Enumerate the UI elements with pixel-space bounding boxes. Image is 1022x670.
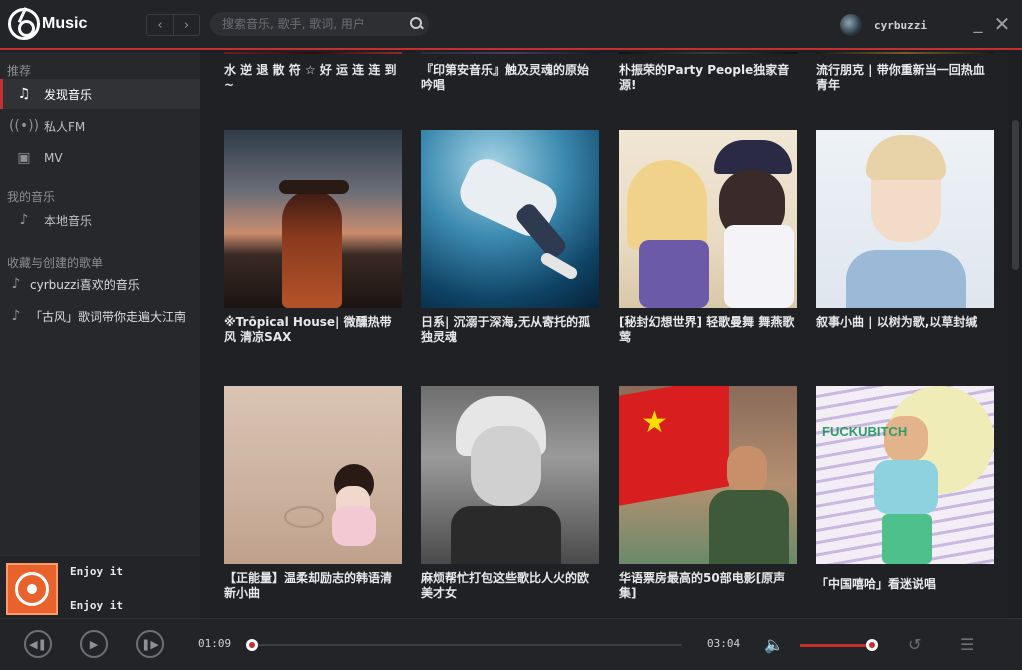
music-note-icon: ♪ [19,212,29,228]
playlist-title[interactable]: 华语票房最高的50部电影[原声集] [619,571,797,601]
section-title-playlists: 收藏与创建的歌单 [7,256,104,270]
minimize-button[interactable]: _ [968,12,988,36]
disc-icon [15,572,49,606]
progress-bar[interactable] [246,639,682,651]
music-note-icon: ♪ [11,276,21,292]
chevron-left-icon: ‹ [157,17,163,33]
playlist-cover[interactable] [619,130,797,308]
playlist-card[interactable]: 流行朋克 | 带你重新当一回热血青年 [816,52,994,93]
app-name: Music [42,15,88,32]
back-button[interactable]: ‹ [147,15,173,35]
playlist-title[interactable]: 『印第安音乐』触及灵魂的原始吟唱 [421,63,599,93]
progress-knob[interactable] [246,639,258,651]
sidebar-playlist-gufeng[interactable]: ♪ 「古风」歌词带你走遍大江南 [0,304,200,328]
playlist-card[interactable]: [秘封幻想世界] 轻歌曼舞 舞燕歌莺 [619,130,797,345]
search-input[interactable] [210,17,405,31]
main-scrollbar[interactable] [1012,120,1019,270]
playlist-card[interactable]: ★ 华语票房最高的50部电影[原声集] [619,386,797,601]
current-time: 01:09 [198,637,232,650]
playlist-cover[interactable] [816,130,994,308]
playlist-label: 「古风」歌词带你走遍大江南 [30,309,187,324]
user-info[interactable]: cyrbuzzi [840,14,927,36]
section-title-recommend: 推荐 [7,64,32,78]
playlist-card[interactable]: 【正能量】温柔却励志的韩语清新小曲 [224,386,402,601]
playlist-card[interactable]: 麻烦帮忙打包这些歌比人火的欧美才女 [421,386,599,601]
sidebar-item-local-music[interactable]: ♪ 本地音乐 [0,205,200,235]
music-note-icon: ♫ [17,86,31,102]
playlist-cover[interactable] [421,130,599,308]
next-icon: ❚▶ [141,637,159,651]
playlist-title[interactable]: 「中国嘻哈」看迷说唱 [816,571,994,601]
playlist-title[interactable]: 日系| 沉溺于深海,无从寄托的孤独灵魂 [421,315,599,345]
sidebar-item-label: MV [44,151,63,165]
volume-icon[interactable]: 🔈 [764,635,784,654]
song-title: Enjoy it [70,565,123,578]
app-logo[interactable]: Music [8,8,87,40]
sidebar-playlist-liked[interactable]: ♪ cyrbuzzi喜欢的音乐 [0,272,200,296]
history-nav: ‹ › [146,14,200,36]
playlist-card[interactable]: 『印第安音乐』触及灵魂的原始吟唱 [421,52,599,93]
playlist-grid: 水 逆 退 散 符 ☆ 好 运 连 连 到 ~ 『印第安音乐』触及灵魂的原始吟唱… [200,52,1008,618]
playlist-card[interactable]: FUCKUBITCH 「中国嘻哈」看迷说唱 [816,386,994,601]
play-button[interactable]: ▶ [80,630,108,658]
next-button[interactable]: ❚▶ [136,630,164,658]
sidebar-item-label: 私人FM [44,119,86,134]
username[interactable]: cyrbuzzi [874,19,927,32]
music-note-icon: ♪ [11,308,21,324]
playlist-cover[interactable]: ★ [619,386,797,564]
close-button[interactable]: ✕ [992,12,1012,36]
album-cover[interactable] [6,563,58,615]
playlist-title[interactable]: ※Trōpical House| 微醺热带风 清凉SAX [224,315,402,345]
playlist-cover[interactable] [816,52,994,54]
volume-fill [800,644,873,647]
playlist-card[interactable]: 日系| 沉溺于深海,无从寄托的孤独灵魂 [421,130,599,345]
avatar[interactable] [840,14,862,36]
sidebar-item-discover[interactable]: ♫ 发现音乐 [0,79,200,109]
total-time: 03:04 [707,637,741,650]
playlist-card[interactable]: ※Trōpical House| 微醺热带风 清凉SAX [224,130,402,345]
playlist-cover[interactable] [421,386,599,564]
sidebar-item-label: 发现音乐 [44,87,93,102]
playlist-cover[interactable] [224,386,402,564]
play-icon: ▶ [89,637,99,651]
search-icon[interactable] [405,12,429,36]
player-bar: ◀❚ ▶ ❚▶ 01:09 03:04 🔈 ↺ ☰ [0,618,1022,670]
playlist-title[interactable]: 水 逆 退 散 符 ☆ 好 运 连 连 到 ~ [224,63,402,93]
video-icon: ▣ [17,150,31,166]
logo-icon [8,8,40,40]
search-box [210,12,429,36]
title-bar: Music ‹ › cyrbuzzi _ ✕ [0,0,1022,50]
playlist-cover[interactable] [224,130,402,308]
playlist-card[interactable]: 水 逆 退 散 符 ☆ 好 运 连 连 到 ~ [224,52,402,93]
volume-slider[interactable] [800,639,879,651]
playlist-cover[interactable] [619,52,797,54]
volume-knob[interactable] [866,639,879,651]
prev-button[interactable]: ◀❚ [24,630,52,658]
radio-icon: ((•)) [8,118,40,134]
sidebar: 推荐 ♫ 发现音乐 ((•)) 私人FM ▣ MV 我的音乐 ♪ 本地音乐 收藏… [0,52,200,555]
sidebar-item-fm[interactable]: ((•)) 私人FM [0,111,200,141]
playlist-title[interactable]: 流行朋克 | 带你重新当一回热血青年 [816,63,994,93]
playlist-title[interactable]: 【正能量】温柔却励志的韩语清新小曲 [224,571,402,601]
playlist-cover[interactable] [224,52,402,54]
chevron-right-icon: › [183,17,190,33]
prev-icon: ◀❚ [29,637,47,651]
playlist-title[interactable]: 朴振荣的Party People独家音源! [619,63,797,93]
loop-icon[interactable]: ↺ [908,635,921,654]
forward-button[interactable]: › [172,15,199,35]
song-artist: Enjoy it [70,599,123,612]
playlist-cover[interactable] [421,52,599,54]
playlist-card[interactable]: 叙事小曲 | 以树为歌,以草封缄 [816,130,994,345]
playlist-icon[interactable]: ☰ [960,635,974,654]
playlist-cover[interactable]: FUCKUBITCH [816,386,994,564]
playlist-title[interactable]: [秘封幻想世界] 轻歌曼舞 舞燕歌莺 [619,315,797,345]
playlist-title[interactable]: 叙事小曲 | 以树为歌,以草封缄 [816,315,994,345]
section-title-my-music: 我的音乐 [7,190,56,204]
playlist-title[interactable]: 麻烦帮忙打包这些歌比人火的欧美才女 [421,571,599,601]
sidebar-item-label: 本地音乐 [44,213,93,228]
now-playing-mini[interactable]: Enjoy it Enjoy it [0,555,200,618]
playlist-card[interactable]: 朴振荣的Party People独家音源! [619,52,797,93]
playlist-label: cyrbuzzi喜欢的音乐 [30,277,140,292]
sidebar-item-mv[interactable]: ▣ MV [0,143,200,173]
